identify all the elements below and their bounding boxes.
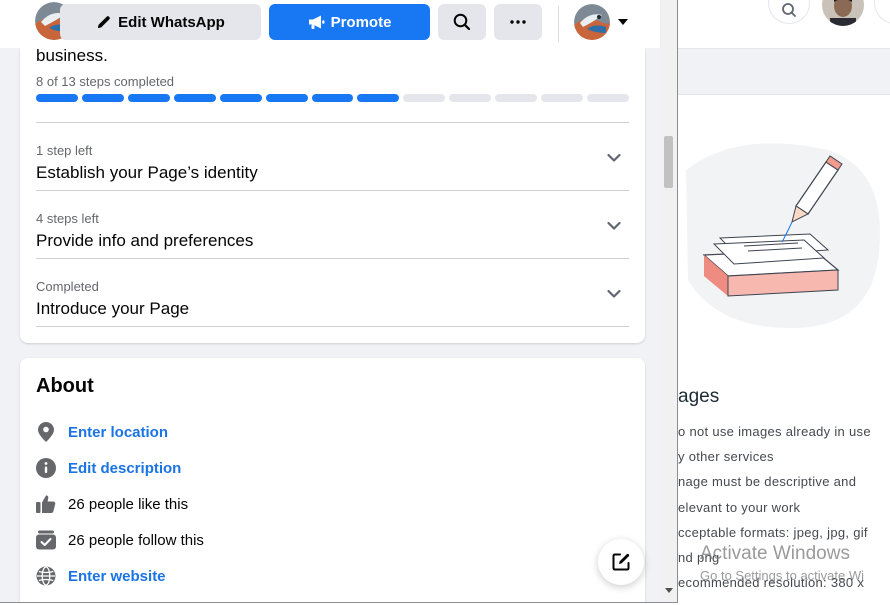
step-row-introduce[interactable]: Completed Introduce your Page <box>36 258 629 326</box>
more-options-button[interactable] <box>494 4 542 40</box>
about-item-likes: 26 people like this <box>36 490 188 518</box>
progress-segment <box>265 94 308 102</box>
location-pin-icon <box>36 422 56 442</box>
page-panel: business. 8 of 13 steps completed 1 step… <box>0 0 678 603</box>
background-line: nage must be descriptive and <box>678 474 857 489</box>
about-card: About Enter location Edit description 26… <box>20 358 645 602</box>
profile-avatar <box>574 4 610 40</box>
megaphone-icon <box>308 14 325 30</box>
compose-button[interactable] <box>598 539 644 585</box>
header-divider <box>558 6 559 42</box>
profile-switcher[interactable] <box>574 4 630 40</box>
progress-segment <box>403 94 446 102</box>
background-topbar <box>678 0 890 48</box>
divider <box>36 326 629 327</box>
info-icon <box>36 458 56 478</box>
promote-label: Promote <box>330 13 392 31</box>
chevron-down-icon <box>607 289 621 298</box>
pencil-book-illustration <box>678 110 890 340</box>
edit-whatsapp-label: Edit WhatsApp <box>118 13 225 31</box>
step-row-identity[interactable]: 1 step left Establish your Page’s identi… <box>36 122 629 190</box>
progress-segment <box>587 94 629 102</box>
background-line: o not use images already in use <box>678 424 871 439</box>
chevron-down-icon <box>607 153 621 162</box>
edit-whatsapp-button[interactable]: Edit WhatsApp <box>60 4 261 40</box>
progress-segment <box>219 94 262 102</box>
progress-segment <box>173 94 216 102</box>
progress-segment <box>127 94 170 102</box>
follow-icon <box>36 530 56 550</box>
background-search-button[interactable] <box>768 0 810 24</box>
progress-segment <box>357 94 400 102</box>
about-item-website[interactable]: Enter website <box>36 562 166 590</box>
progress-segment <box>541 94 584 102</box>
enter-location-link[interactable]: Enter location <box>68 424 168 441</box>
progress-segment <box>36 94 78 102</box>
page-setup-card: business. 8 of 13 steps completed 1 step… <box>20 46 645 343</box>
scroll-down-arrow-icon[interactable] <box>665 588 673 593</box>
background-line: cceptable formats: jpeg, jpg, gif <box>678 525 868 540</box>
likes-count: 26 people like this <box>68 495 189 513</box>
background-menu-button[interactable] <box>874 0 890 24</box>
progress-label: 8 of 13 steps completed <box>36 74 175 89</box>
step-status: 1 step left <box>36 143 93 158</box>
search-icon <box>453 13 471 31</box>
windows-watermark-subtitle: Go to Settings to activate Wi <box>700 568 865 583</box>
scrollbar-thumb[interactable] <box>664 136 673 188</box>
step-status: Completed <box>36 279 99 294</box>
background-tab-band <box>678 48 890 95</box>
background-heading: ages <box>678 386 720 407</box>
about-item-location[interactable]: Enter location <box>36 418 168 446</box>
compose-icon <box>612 553 630 571</box>
about-item-follows: 26 people follow this <box>36 526 204 554</box>
windows-watermark-title: Activate Windows <box>700 543 850 564</box>
scrollbar[interactable] <box>660 0 677 602</box>
setup-text-fragment: business. <box>36 46 108 65</box>
promote-button[interactable]: Promote <box>269 4 430 40</box>
search-icon <box>782 3 796 17</box>
follows-count: 26 people follow this <box>68 531 204 549</box>
background-profile-avatar[interactable] <box>822 0 864 26</box>
step-title: Provide info and preferences <box>36 231 254 250</box>
step-title: Introduce your Page <box>36 299 190 318</box>
step-row-info[interactable]: 4 steps left Provide info and preference… <box>36 190 629 258</box>
background-line: y other services <box>678 449 774 464</box>
progress-bar <box>36 94 629 102</box>
search-button[interactable] <box>438 4 486 40</box>
about-title: About <box>36 375 94 397</box>
progress-segment <box>81 94 124 102</box>
step-status: 4 steps left <box>36 211 99 226</box>
more-icon <box>510 20 526 24</box>
thumbs-up-icon <box>36 494 56 514</box>
edit-description-link[interactable]: Edit description <box>68 460 181 477</box>
progress-segment <box>495 94 538 102</box>
step-title: Establish your Page’s identity <box>36 163 258 182</box>
enter-website-link[interactable]: Enter website <box>68 568 166 585</box>
page-header: Edit WhatsApp Promote <box>0 0 660 48</box>
background-line: elevant to your work <box>678 500 801 515</box>
caret-down-icon <box>618 19 628 25</box>
pencil-icon <box>96 14 112 30</box>
about-item-description[interactable]: Edit description <box>36 454 181 482</box>
chevron-down-icon <box>607 221 621 230</box>
progress-segment <box>311 94 354 102</box>
globe-icon <box>36 566 56 586</box>
progress-segment <box>449 94 492 102</box>
